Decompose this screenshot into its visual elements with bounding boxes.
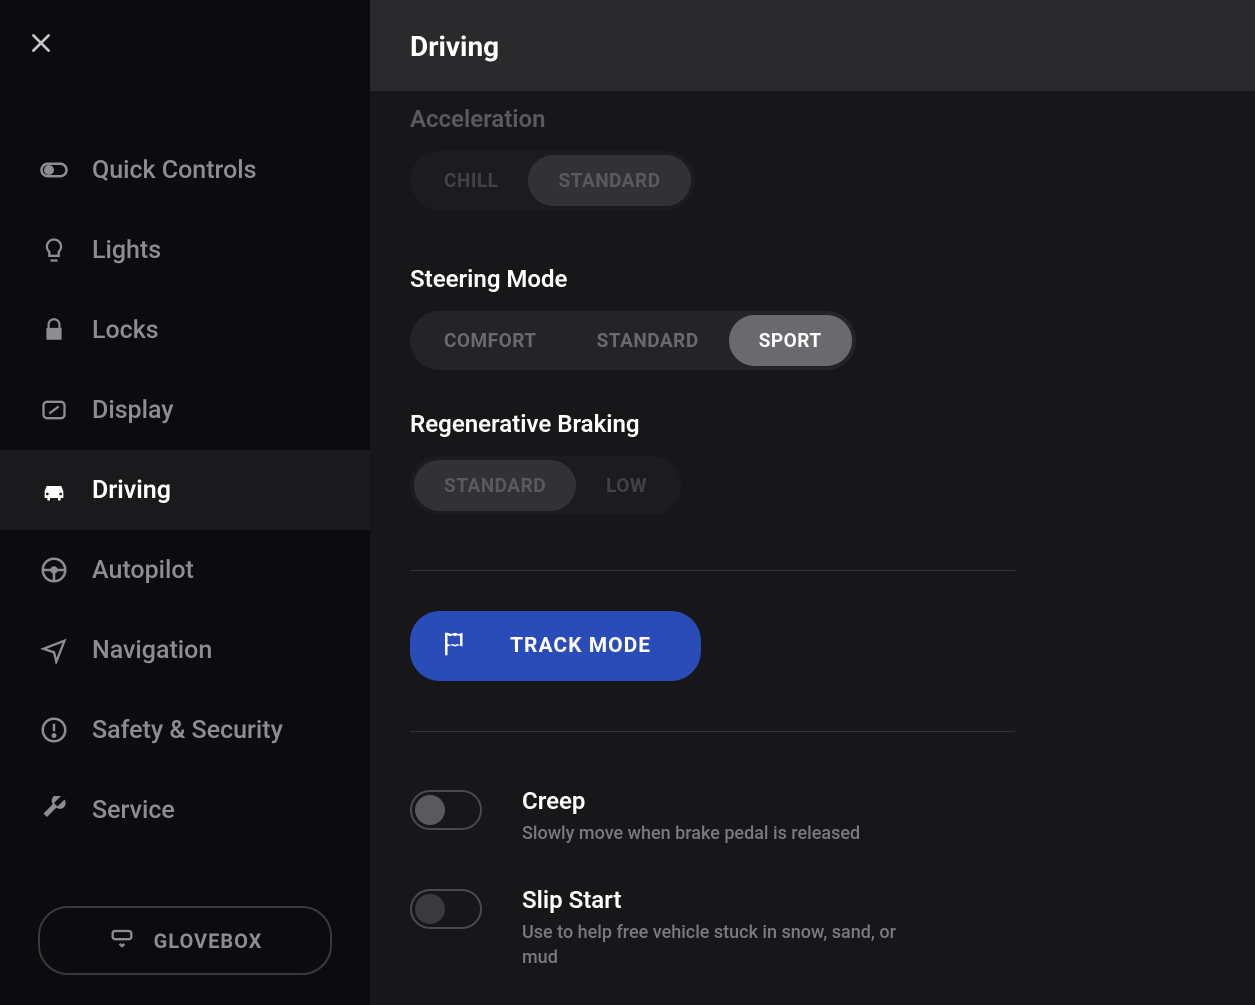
flag-icon	[440, 629, 470, 663]
regen-segment: STANDARD LOW	[410, 456, 681, 515]
display-icon	[38, 394, 70, 426]
track-mode-label: TRACK MODE	[510, 634, 651, 658]
car-icon	[38, 474, 70, 506]
acceleration-segment: CHILL STANDARD	[410, 151, 695, 210]
steering-comfort[interactable]: COMFORT	[414, 315, 567, 366]
navigation-icon	[38, 634, 70, 666]
toggle-icon	[38, 154, 70, 186]
sidebar-item-safety-security[interactable]: Safety & Security	[0, 690, 370, 770]
lightbulb-icon	[38, 234, 70, 266]
sidebar-item-service[interactable]: Service	[0, 770, 370, 850]
sidebar-item-label: Driving	[92, 476, 171, 505]
steering-section: Steering Mode COMFORT STANDARD SPORT	[410, 265, 1215, 370]
slip-start-info: Slip Start Use to help free vehicle stuc…	[522, 886, 1215, 970]
nav-list: Quick Controls Lights Locks	[0, 130, 370, 876]
content: Acceleration CHILL STANDARD Steering Mod…	[370, 91, 1255, 1005]
acceleration-chill[interactable]: CHILL	[414, 155, 528, 206]
sidebar-item-autopilot[interactable]: Autopilot	[0, 530, 370, 610]
sidebar-item-lights[interactable]: Lights	[0, 210, 370, 290]
wrench-icon	[38, 794, 70, 826]
header: Driving	[370, 0, 1255, 91]
steering-standard[interactable]: STANDARD	[567, 315, 729, 366]
glovebox-icon	[108, 924, 136, 957]
creep-desc: Slowly move when brake pedal is released	[522, 821, 902, 846]
regen-title: Regenerative Braking	[410, 410, 1215, 438]
glovebox-button[interactable]: GLOVEBOX	[38, 906, 332, 975]
sidebar-item-quick-controls[interactable]: Quick Controls	[0, 130, 370, 210]
sidebar-item-label: Navigation	[92, 636, 212, 665]
page-title: Driving	[410, 30, 1215, 63]
steering-wheel-icon	[38, 554, 70, 586]
creep-info: Creep Slowly move when brake pedal is re…	[522, 787, 1215, 846]
track-mode-button[interactable]: TRACK MODE	[410, 611, 701, 681]
toggle-knob	[415, 795, 445, 825]
steering-title: Steering Mode	[410, 265, 1215, 293]
close-button[interactable]	[28, 30, 58, 60]
sidebar-item-label: Quick Controls	[92, 156, 257, 185]
glovebox-label: GLOVEBOX	[154, 929, 263, 953]
sidebar-item-label: Locks	[92, 316, 159, 345]
sidebar-item-label: Safety & Security	[92, 716, 283, 745]
toggle-knob	[415, 894, 445, 924]
divider	[410, 731, 1015, 732]
creep-title: Creep	[522, 787, 1215, 815]
sidebar-item-label: Service	[92, 796, 175, 825]
sidebar: Quick Controls Lights Locks	[0, 0, 370, 1005]
steering-sport[interactable]: SPORT	[729, 315, 852, 366]
slip-start-desc: Use to help free vehicle stuck in snow, …	[522, 920, 902, 970]
sidebar-item-label: Autopilot	[92, 556, 194, 585]
sidebar-item-label: Lights	[92, 236, 161, 265]
divider	[410, 570, 1015, 571]
regen-low[interactable]: LOW	[576, 460, 677, 511]
slip-start-title: Slip Start	[522, 886, 1215, 914]
slip-start-row: Slip Start Use to help free vehicle stuc…	[410, 886, 1215, 970]
sidebar-item-navigation[interactable]: Navigation	[0, 610, 370, 690]
creep-toggle[interactable]	[410, 790, 482, 830]
acceleration-standard[interactable]: STANDARD	[528, 155, 690, 206]
acceleration-title: Acceleration	[410, 105, 1215, 133]
sidebar-item-locks[interactable]: Locks	[0, 290, 370, 370]
sidebar-item-driving[interactable]: Driving	[0, 450, 370, 530]
lock-icon	[38, 314, 70, 346]
slip-start-toggle[interactable]	[410, 889, 482, 929]
alert-icon	[38, 714, 70, 746]
glovebox-container: GLOVEBOX	[0, 876, 370, 1005]
main-panel: Driving Acceleration CHILL STANDARD Stee…	[370, 0, 1255, 1005]
sidebar-item-label: Display	[92, 396, 174, 425]
regen-standard[interactable]: STANDARD	[414, 460, 576, 511]
steering-segment: COMFORT STANDARD SPORT	[410, 311, 856, 370]
sidebar-item-display[interactable]: Display	[0, 370, 370, 450]
creep-row: Creep Slowly move when brake pedal is re…	[410, 787, 1215, 846]
regen-section: Regenerative Braking STANDARD LOW	[410, 410, 1215, 515]
acceleration-section: Acceleration CHILL STANDARD	[410, 105, 1215, 210]
